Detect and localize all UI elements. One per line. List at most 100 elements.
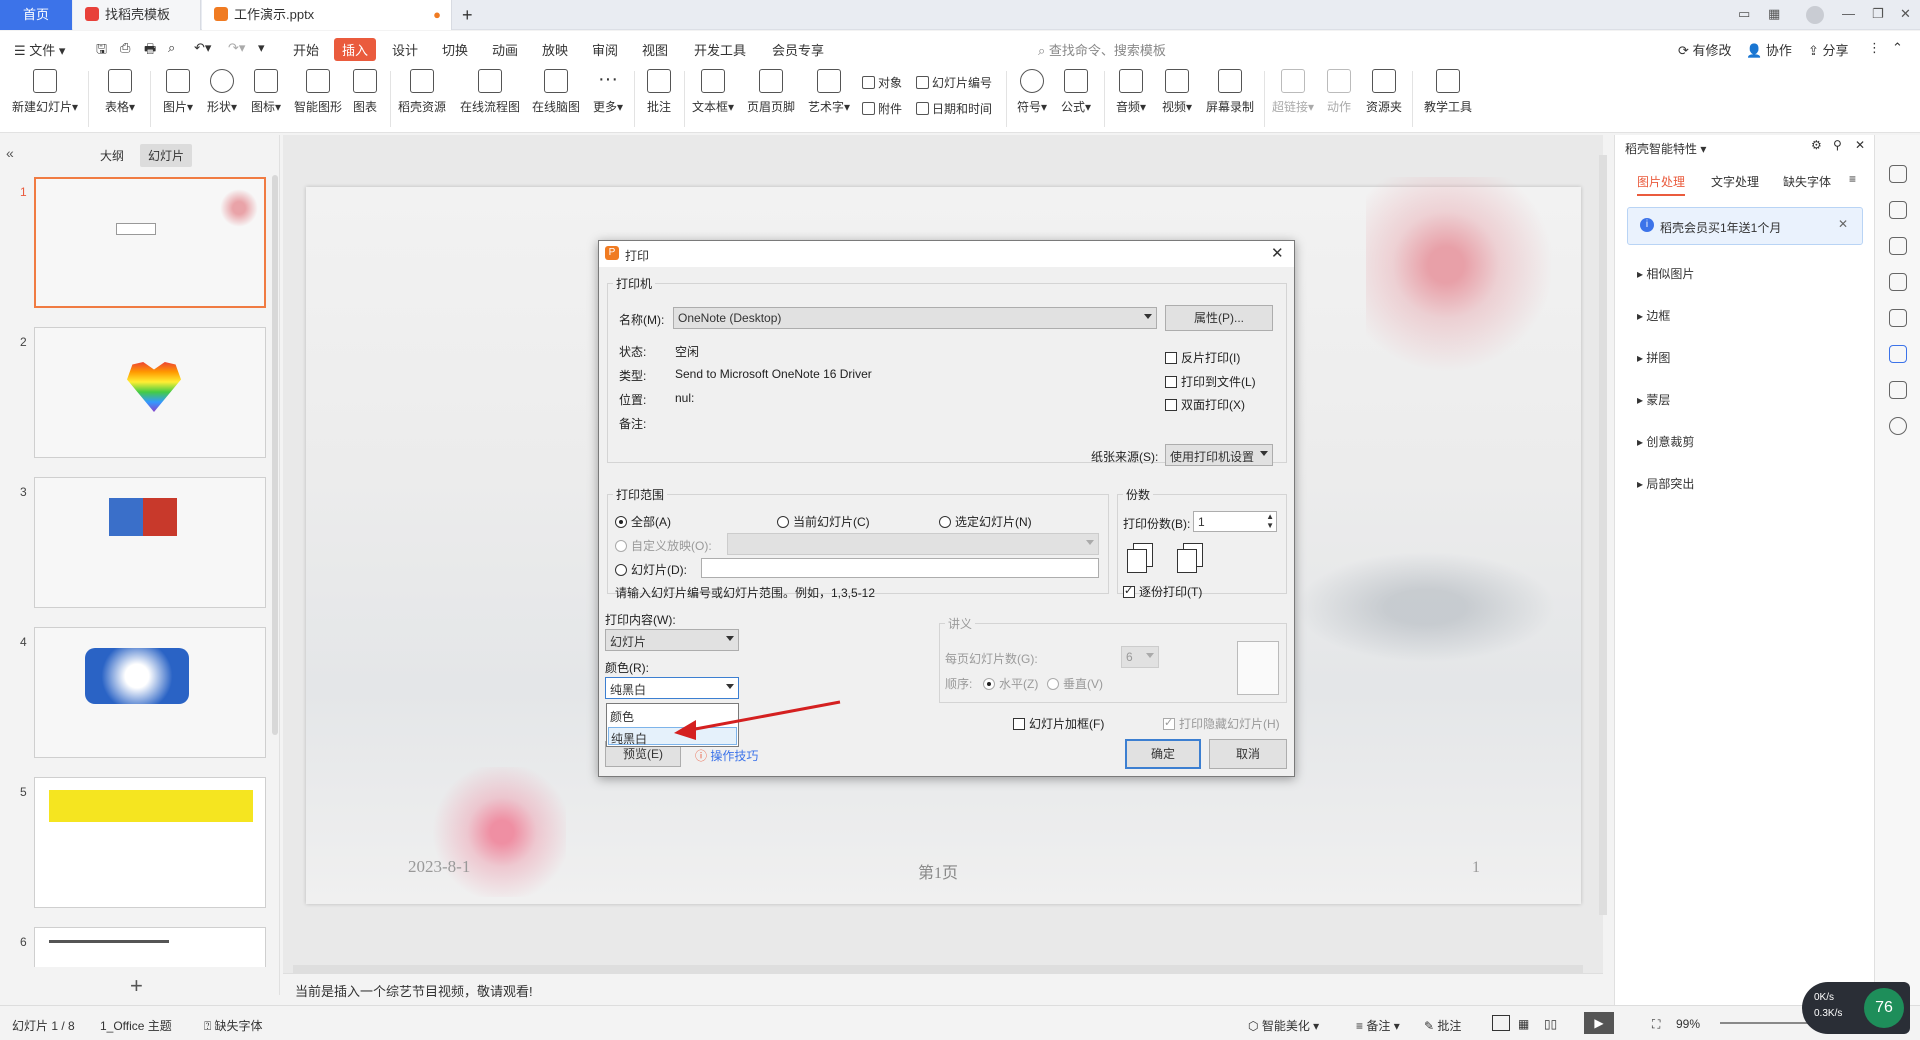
sliders-icon[interactable] [1889,201,1907,219]
panel-title[interactable]: 稻壳智能特性 ▾ [1625,140,1706,157]
close-banner-icon[interactable]: ✕ [1838,217,1848,231]
slide-thumb-1[interactable] [34,177,266,308]
close-panel-icon[interactable]: ✕ [1855,138,1865,152]
play-slideshow-icon[interactable]: ▶ [1584,1012,1614,1034]
collapse-ribbon-icon[interactable]: ⌃ [1892,40,1903,56]
customize-icon[interactable]: ▾ [258,40,265,56]
book-icon[interactable] [1889,381,1907,399]
reading-view-icon[interactable]: ▯▯ [1544,1017,1557,1031]
range-custom-radio[interactable]: 自定义放映(O): [615,537,712,554]
slide-thumb-3[interactable] [34,477,266,608]
paper-source-select[interactable]: 使用打印机设置 [1165,444,1273,466]
table-button[interactable]: 表格▾ [98,69,142,115]
comment-button[interactable]: 批注 [640,69,678,115]
layout-icon[interactable]: ▭ [1738,6,1750,22]
border-item[interactable]: ▸ 边框 [1637,307,1670,324]
network-monitor-widget[interactable]: 0K/s 0.3K/s 76 [1802,982,1910,1034]
slide-thumb-6[interactable] [34,927,266,967]
restore-icon[interactable]: ❐ [1872,6,1884,22]
save-icon[interactable]: 🖫 [96,40,107,62]
command-search[interactable]: ⌕ 查找命令、搜索模板 [1038,40,1166,59]
smartart-button[interactable]: 智能图形 [290,69,346,115]
formula-button[interactable]: 公式▾ [1056,69,1096,115]
collate-checkbox[interactable]: 逐份打印(T) [1123,583,1202,600]
avatar[interactable] [1806,6,1824,24]
menu-slideshow[interactable]: 放映 [542,40,568,59]
order-horizontal-radio[interactable]: 水平(Z) [983,675,1038,692]
collab-button[interactable]: 👤 协作 [1746,40,1792,59]
image-icon[interactable] [1889,309,1907,327]
copy-icon[interactable] [1889,273,1907,291]
smart-feature-icon[interactable] [1889,345,1907,363]
action-button[interactable]: 动作 [1320,69,1358,115]
panel-scrollbar[interactable] [272,175,278,735]
per-page-select[interactable]: 6 [1121,646,1159,668]
spinner-icon[interactable]: ▲ ▼ [1266,512,1274,530]
picture-button[interactable]: 图片▾ [156,69,200,115]
local-highlight-item[interactable]: ▸ 局部突出 [1637,475,1694,492]
menu-start[interactable]: 开始 [293,40,319,59]
notes-pane[interactable]: 当前是插入一个综艺节目视频，敬请观看! [283,973,1603,1003]
tab-document[interactable]: 工作演示.pptx ● [202,0,452,30]
zoom-slider[interactable] [1720,1022,1810,1024]
more-button[interactable]: ··· 更多▾ [588,69,628,115]
help-icon[interactable] [1889,417,1907,435]
hyperlink-button[interactable]: 超链接▾ [1270,69,1316,115]
print-icon[interactable]: 🖶 [144,40,156,62]
print-preview-icon[interactable]: ⌕ [168,40,175,56]
printer-select[interactable]: OneNote (Desktop) [673,307,1157,329]
pin-star-icon[interactable] [1889,237,1907,255]
duplex-checkbox[interactable]: 双面打印(X) [1165,396,1245,413]
menu-review[interactable]: 审阅 [592,40,618,59]
range-selected-radio[interactable]: 选定幻灯片(N) [939,513,1032,530]
video-button[interactable]: 视频▾ [1156,69,1198,115]
resource-folder-button[interactable]: 资源夹 [1362,69,1406,115]
shape-button[interactable]: 形状▾ [200,69,244,115]
slide-thumb-5[interactable] [34,777,266,908]
notes-toggle[interactable]: ≡ 备注 ▾ [1356,1017,1400,1034]
printer-properties-button[interactable]: 属性(P)... [1165,305,1273,331]
tab-slides[interactable]: 幻灯片 [140,144,193,167]
copies-input[interactable]: 1 ▲ ▼ [1193,511,1277,532]
slide-thumb-2[interactable] [34,327,266,458]
slide-thumb-4[interactable] [34,627,266,758]
tab-home[interactable]: 首页 [0,0,72,30]
textbox-button[interactable]: 文本框▾ [688,69,738,115]
tab-missing-fonts[interactable]: 缺失字体 [1783,173,1831,190]
add-slide-button[interactable]: + [130,973,143,999]
missing-fonts-status[interactable]: ⍰ 缺失字体 [204,1017,263,1034]
ok-button[interactable]: 确定 [1125,739,1201,769]
file-menu[interactable]: ☰ 文件 ▾ [14,40,65,59]
normal-view-icon[interactable] [1492,1015,1510,1031]
color-option-color[interactable]: 颜色 [610,708,634,725]
menu-design[interactable]: 设计 [392,40,418,59]
menu-icon[interactable]: ≡ [1849,172,1856,186]
mindmap-button[interactable]: 在线脑图 [528,69,584,115]
menu-animation[interactable]: 动画 [492,40,518,59]
theme-name[interactable]: 1_Office 主题 [100,1017,172,1034]
tips-link[interactable]: ⓘ 操作技巧 [695,747,758,764]
symbol-button[interactable]: 符号▾ [1012,69,1052,115]
teaching-tools-button[interactable]: 教学工具 [1420,69,1476,115]
date-time-button[interactable]: 日期和时间 [916,100,992,117]
cancel-button[interactable]: 取消 [1209,739,1287,769]
modified-button[interactable]: ⟳ 有修改 [1678,40,1732,59]
rocket-icon[interactable] [1889,165,1907,183]
zoom-level[interactable]: 99% [1676,1017,1700,1031]
attachment-button[interactable]: 附件 [862,100,902,117]
collapse-panel-icon[interactable]: « [6,145,14,161]
export-pdf-icon[interactable]: ⎙ [120,40,130,56]
close-window-icon[interactable]: ✕ [1900,6,1911,22]
tab-outline[interactable]: 大纲 [100,147,124,164]
minimize-icon[interactable]: — [1842,6,1855,21]
custom-show-select[interactable] [727,533,1099,555]
screen-record-button[interactable]: 屏幕录制 [1204,69,1256,115]
collage-item[interactable]: ▸ 拼图 [1637,349,1670,366]
more-icon[interactable]: ⋮ [1868,40,1881,56]
tab-text-processing[interactable]: 文字处理 [1711,173,1759,190]
comment-toggle[interactable]: ✎ 批注 [1424,1017,1461,1034]
frame-slides-checkbox[interactable]: 幻灯片加框(F) [1013,715,1104,732]
object-button[interactable]: 对象 [862,74,902,91]
range-all-radio[interactable]: 全部(A) [615,513,671,530]
slide-number-button[interactable]: 幻灯片编号 [916,74,992,91]
